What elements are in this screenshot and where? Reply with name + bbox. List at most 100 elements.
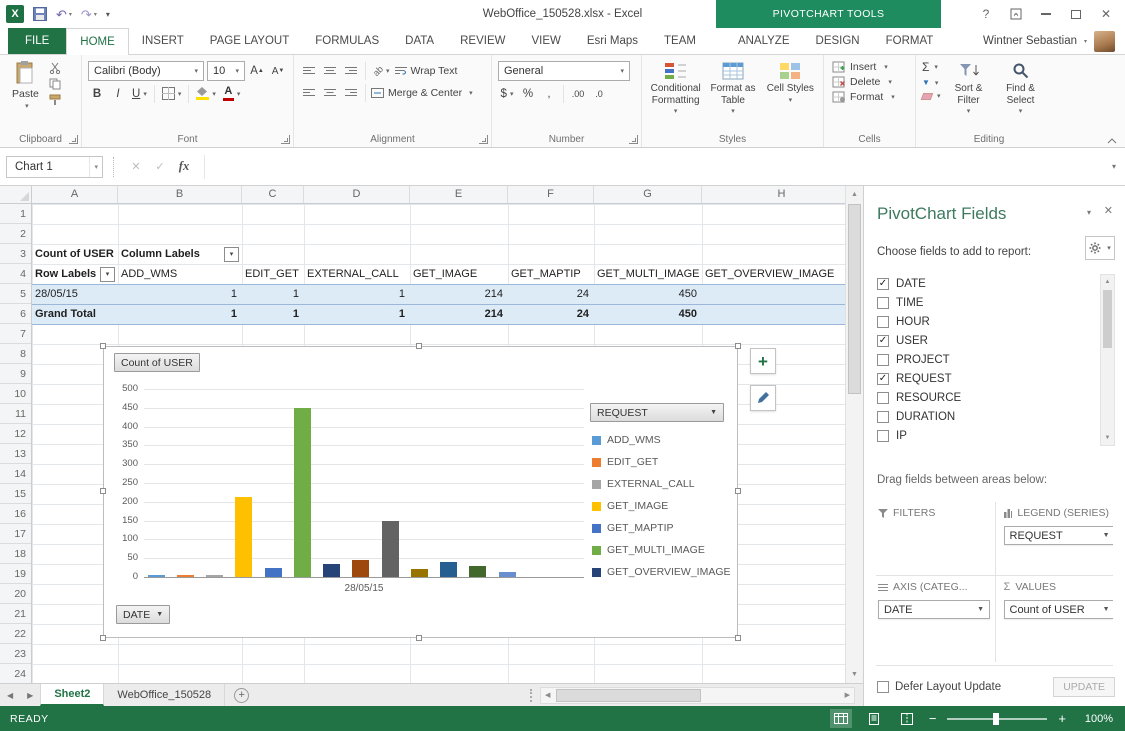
- account-area[interactable]: Wintner Sebastian ▾: [983, 28, 1125, 54]
- fields-scroll-thumb[interactable]: [1103, 290, 1112, 348]
- chart-bar-series-9[interactable]: [382, 521, 399, 577]
- chart-bar-series-11[interactable]: [440, 562, 457, 577]
- legend-item-get-maptip[interactable]: GET_MAPTIP: [592, 517, 731, 539]
- tab-format[interactable]: FORMAT: [873, 28, 947, 54]
- cell-C5[interactable]: 1: [242, 284, 304, 304]
- scroll-down-icon[interactable]: ▼: [846, 666, 863, 683]
- chart-style-button[interactable]: [750, 385, 776, 411]
- formula-bar-expand-icon[interactable]: ▾: [1103, 162, 1125, 171]
- insert-function-button[interactable]: fx: [172, 159, 196, 174]
- cell-F6[interactable]: 24: [508, 304, 594, 324]
- undo-button[interactable]: ↶▾: [56, 8, 72, 21]
- field-checkbox-time[interactable]: [877, 297, 889, 309]
- tab-esri-maps[interactable]: Esri Maps: [574, 28, 651, 54]
- vertical-scrollbar[interactable]: ▲ ▼: [845, 186, 863, 683]
- row-header-24[interactable]: 24: [0, 664, 31, 683]
- fill-color-button[interactable]: ▾: [194, 84, 218, 103]
- chart-bar-edit-get[interactable]: [177, 575, 194, 577]
- field-item-hour[interactable]: HOUR: [877, 312, 1097, 331]
- field-checkbox-ip[interactable]: [877, 430, 889, 442]
- row-header-19[interactable]: 19: [0, 564, 31, 584]
- bold-button[interactable]: B: [88, 84, 106, 103]
- column-header-c[interactable]: C: [242, 186, 304, 203]
- chart-bar-get-overview-image[interactable]: [323, 564, 340, 577]
- zoom-slider[interactable]: [947, 718, 1047, 720]
- redo-button[interactable]: ↷▾: [81, 8, 97, 21]
- row-header-8[interactable]: 8: [0, 344, 31, 364]
- cell-F5[interactable]: 24: [508, 284, 594, 304]
- delete-cells-button[interactable]: Delete▾: [832, 76, 908, 88]
- number-dialog-launcher[interactable]: [629, 135, 638, 144]
- view-page-layout-icon[interactable]: [863, 709, 885, 728]
- wrap-text-button[interactable]: Wrap Text: [395, 65, 458, 77]
- tab-page-layout[interactable]: PAGE LAYOUT: [197, 28, 302, 54]
- update-button[interactable]: UPDATE: [1053, 677, 1115, 697]
- area-filters[interactable]: FILTERS: [876, 502, 995, 576]
- row-header-20[interactable]: 20: [0, 584, 31, 604]
- tab-formulas[interactable]: FORMULAS: [302, 28, 392, 54]
- filter-dropdown-A4[interactable]: ▾: [100, 267, 115, 282]
- field-item-user[interactable]: ✓USER: [877, 331, 1097, 350]
- area-axis[interactable]: AXIS (CATEG... DATE▼: [876, 576, 995, 662]
- fill-button[interactable]: ▼▾: [922, 78, 941, 87]
- format-painter-button[interactable]: [49, 94, 61, 106]
- chart-bar-series-13[interactable]: [499, 572, 516, 577]
- clear-button[interactable]: ▾: [922, 92, 941, 100]
- ribbon-display-options-button[interactable]: [1001, 0, 1031, 28]
- field-checkbox-project[interactable]: [877, 354, 889, 366]
- name-box-dropdown-icon[interactable]: ▾: [89, 157, 102, 177]
- legend-item-edit-get[interactable]: EDIT_GET: [592, 451, 731, 473]
- cell-A5[interactable]: 28/05/15: [32, 284, 118, 304]
- increase-decimal-button[interactable]: .00: [569, 84, 587, 103]
- cell-F4[interactable]: GET_MAPTIP: [508, 264, 594, 284]
- cell-E6[interactable]: 214: [410, 304, 508, 324]
- cell-A6[interactable]: Grand Total: [32, 304, 118, 324]
- field-checkbox-date[interactable]: ✓: [877, 278, 889, 290]
- chart-bar-series-8[interactable]: [352, 560, 369, 577]
- cell-C4[interactable]: EDIT_GET: [242, 264, 304, 284]
- chart-handle[interactable]: [416, 635, 422, 641]
- enter-icon[interactable]: ✓: [148, 160, 172, 173]
- copy-button[interactable]: [49, 78, 61, 90]
- zoom-out-button[interactable]: −: [929, 712, 937, 725]
- chart-handle[interactable]: [735, 488, 741, 494]
- chart-bar-add-wms[interactable]: [148, 575, 165, 577]
- row-header-3[interactable]: 3: [0, 244, 31, 264]
- sheet-tab-sheet2[interactable]: Sheet2: [40, 684, 104, 706]
- italic-button[interactable]: I: [109, 84, 127, 103]
- font-size-combo[interactable]: 10▾: [207, 61, 245, 81]
- field-item-date[interactable]: ✓DATE: [877, 274, 1097, 293]
- hscroll-right-icon[interactable]: ▶: [841, 691, 854, 699]
- field-checkbox-resource[interactable]: [877, 392, 889, 404]
- borders-button[interactable]: ▾: [160, 84, 184, 103]
- tab-file[interactable]: FILE: [8, 28, 66, 54]
- chart-bar-get-maptip[interactable]: [265, 568, 282, 577]
- chart-handle[interactable]: [100, 343, 106, 349]
- chart-bar-get-image[interactable]: [235, 497, 252, 577]
- font-dialog-launcher[interactable]: [281, 135, 290, 144]
- row-header-10[interactable]: 10: [0, 384, 31, 404]
- collapse-ribbon-button[interactable]: [1107, 138, 1117, 144]
- area-legend[interactable]: LEGEND (SERIES) REQUEST▼: [995, 502, 1114, 576]
- row-header-13[interactable]: 13: [0, 444, 31, 464]
- tab-design[interactable]: DESIGN: [803, 28, 873, 54]
- row-header-4[interactable]: 4: [0, 264, 31, 284]
- chart-bar-external-call[interactable]: [206, 575, 223, 577]
- row-header-6[interactable]: 6: [0, 304, 31, 324]
- row-header-22[interactable]: 22: [0, 624, 31, 644]
- cell-D6[interactable]: 1: [304, 304, 410, 324]
- pivot-chart[interactable]: Count of USER REQUEST▼ DATE▼ ADD_WMSEDIT…: [103, 346, 738, 638]
- align-left-button[interactable]: [300, 83, 318, 102]
- cell-E5[interactable]: 214: [410, 284, 508, 304]
- field-item-project[interactable]: PROJECT: [877, 350, 1097, 369]
- pane-close-icon[interactable]: ✕: [1104, 204, 1113, 217]
- view-normal-icon[interactable]: [830, 709, 852, 728]
- row-header-12[interactable]: 12: [0, 424, 31, 444]
- legend-item-get-multi-image[interactable]: GET_MULTI_IMAGE: [592, 539, 731, 561]
- row-header-15[interactable]: 15: [0, 484, 31, 504]
- chart-handle[interactable]: [735, 635, 741, 641]
- vertical-scroll-thumb[interactable]: [848, 204, 861, 394]
- format-as-table-button[interactable]: Format as Table▾: [705, 58, 760, 119]
- formula-input[interactable]: [204, 155, 1103, 179]
- defer-layout-checkbox[interactable]: [877, 681, 889, 693]
